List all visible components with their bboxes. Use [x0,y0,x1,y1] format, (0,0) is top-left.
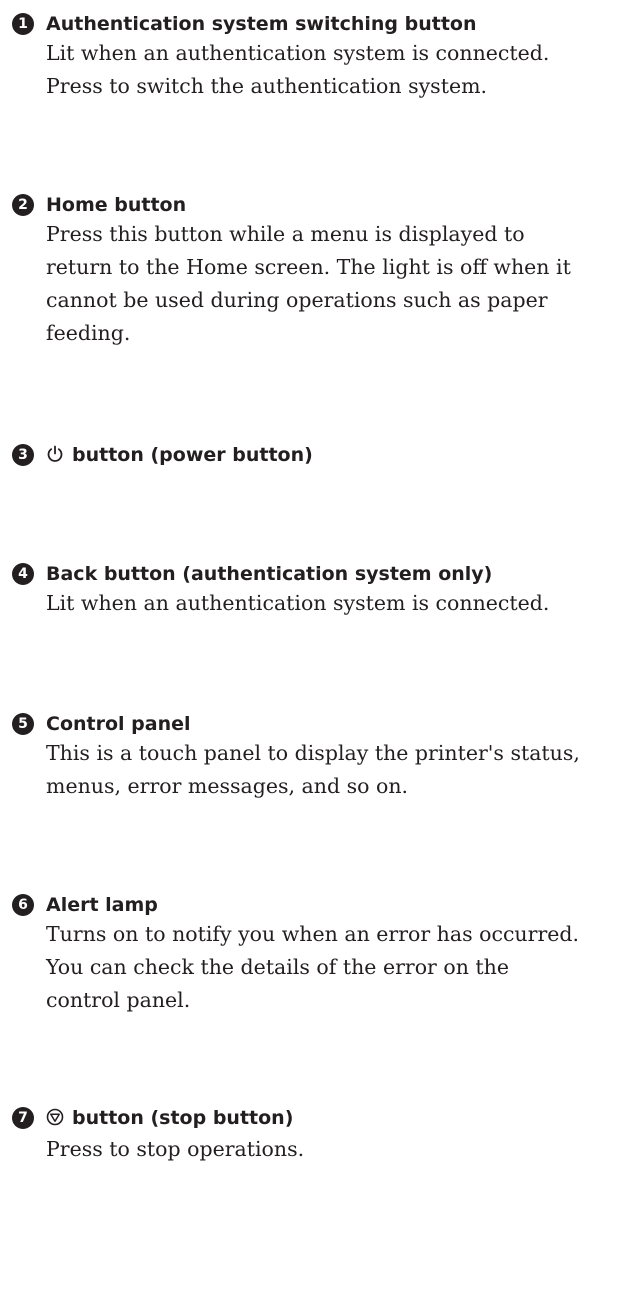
description-line: Press this button while a menu is displa… [46,222,525,246]
item-title: Back button (authentication system only) [46,563,493,585]
number-badge: 2 [12,194,34,216]
description-line: Press to switch the authentication syste… [46,74,488,98]
item-description: Turns on to notify you when an error has… [12,918,612,1017]
item-title: Home button [46,194,187,216]
description-line: Lit when an authentication system is con… [46,41,550,65]
item-title: Alert lamp [46,894,158,916]
description-line: feeding. [46,321,131,345]
item-title: Authentication system switching button [46,13,477,35]
number-badge: 4 [12,563,34,585]
description-line: control panel. [46,988,191,1012]
item-heading: 7 button (stop button) [12,1106,612,1132]
item-heading: 1 Authentication system switching button [12,12,612,36]
item-home-button: 2 Home button Press this button while a … [12,193,612,350]
item-title: Control panel [46,713,191,735]
description-line: This is a touch panel to display the pri… [46,741,580,765]
item-alert-lamp: 6 Alert lamp Turns on to notify you when… [12,893,612,1017]
description-line: return to the Home screen. The light is … [46,255,571,279]
stop-icon [46,1108,64,1132]
number-badge: 3 [12,444,34,466]
number-badge: 5 [12,713,34,735]
item-description: Press to stop operations. [12,1133,612,1166]
item-title: button (stop button) [72,1107,294,1129]
description-line: Press to stop operations. [46,1137,305,1161]
item-stop-button: 7 button (stop button) Press to stop ope… [12,1106,612,1166]
item-back-button: 4 Back button (authentication system onl… [12,562,612,620]
item-description: This is a touch panel to display the pri… [12,737,612,803]
description-line: You can check the details of the error o… [46,955,509,979]
item-heading: 2 Home button [12,193,612,217]
number-badge: 7 [12,1107,34,1129]
description-line: menus, error messages, and so on. [46,774,409,798]
item-heading: 3 button (power button) [12,443,612,469]
item-authentication-switching-button: 1 Authentication system switching button… [12,12,612,103]
description-line: Lit when an authentication system is con… [46,591,550,615]
item-description: Press this button while a menu is displa… [12,218,612,350]
description-line: cannot be used during operations such as… [46,288,548,312]
item-heading: 5 Control panel [12,712,612,736]
item-description: Lit when an authentication system is con… [12,587,612,620]
item-title: button (power button) [72,444,313,466]
item-description: Lit when an authentication system is con… [12,37,612,103]
item-heading: 6 Alert lamp [12,893,612,917]
item-control-panel: 5 Control panel This is a touch panel to… [12,712,612,803]
description-line: Turns on to notify you when an error has… [46,922,580,946]
item-heading: 4 Back button (authentication system onl… [12,562,612,586]
item-power-button: 3 button (power button) [12,443,612,469]
number-badge: 6 [12,894,34,916]
power-icon [46,445,64,469]
number-badge: 1 [12,13,34,35]
